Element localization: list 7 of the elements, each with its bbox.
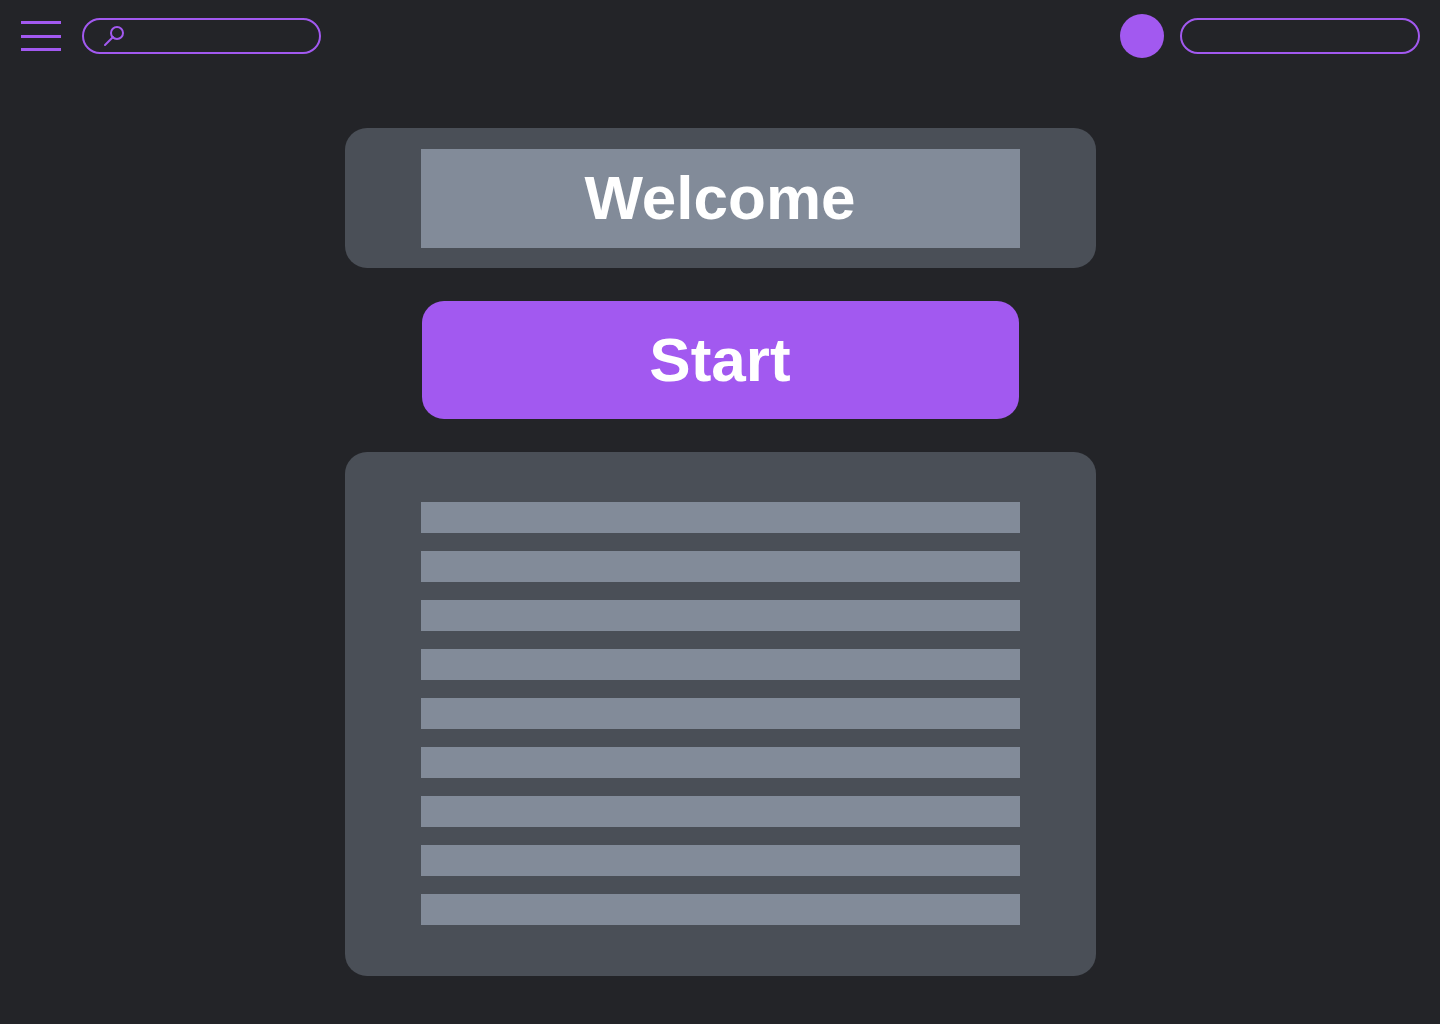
start-button[interactable]: Start: [421, 301, 1019, 419]
search-icon: [103, 25, 125, 47]
welcome-title: Welcome: [420, 148, 1020, 248]
menu-icon[interactable]: [21, 21, 61, 51]
search-field[interactable]: [82, 18, 321, 54]
input-field[interactable]: [1180, 18, 1420, 54]
avatar[interactable]: [1120, 14, 1164, 58]
